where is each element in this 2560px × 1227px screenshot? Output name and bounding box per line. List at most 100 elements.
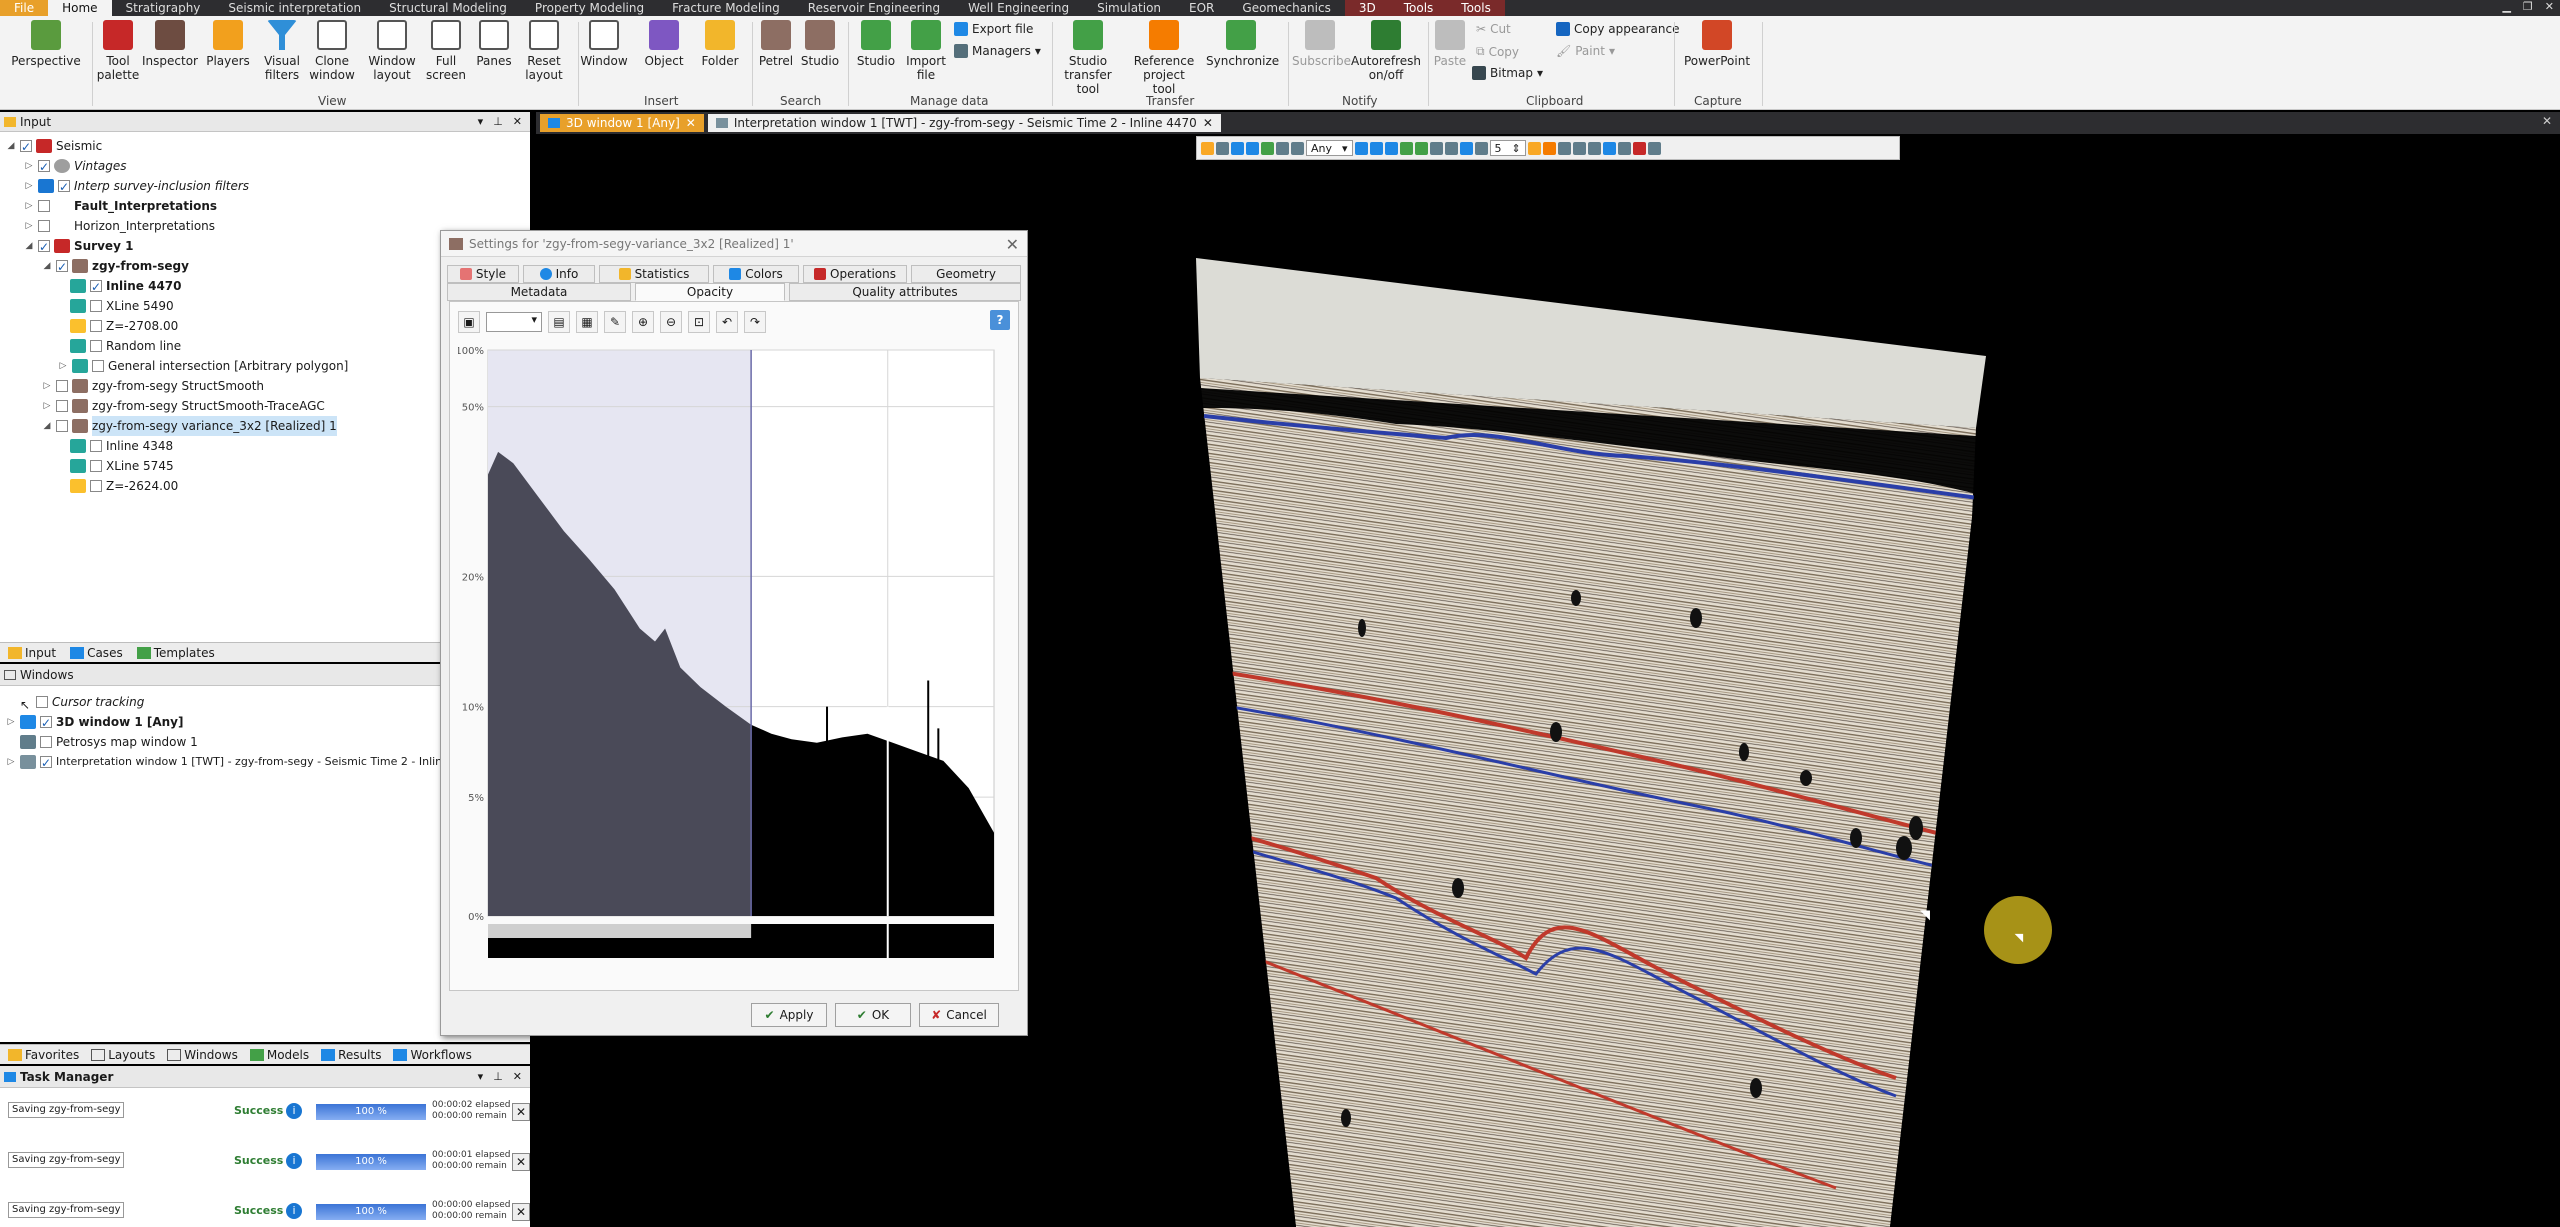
apply-button[interactable]: ✔ Apply (751, 1003, 827, 1027)
tab-operations[interactable]: Operations (803, 265, 907, 283)
close-all-icon[interactable]: ✕ (2542, 114, 2552, 128)
tab-home[interactable]: Home (48, 0, 112, 16)
tree-item-zgy-from-segy[interactable]: ◢ zgy-from-segy (42, 256, 189, 277)
info-icon[interactable]: i (286, 1153, 302, 1169)
checkbox[interactable] (90, 460, 102, 472)
view-top-icon[interactable] (1354, 141, 1368, 155)
expand-icon[interactable]: ▷ (24, 196, 34, 216)
tab-windows[interactable]: Windows (163, 1048, 242, 1062)
visual-filters-button[interactable]: Visual filters (254, 20, 310, 82)
dropdown-icon[interactable]: ▾ (478, 1070, 484, 1083)
tab-simulation[interactable]: Simulation (1083, 0, 1175, 16)
task-cancel-button[interactable]: ✕ (512, 1203, 530, 1221)
compass-icon[interactable] (1617, 141, 1631, 155)
tree-item-structsmooth[interactable]: ▷ zgy-from-segy StructSmooth (42, 376, 264, 396)
expand-icon[interactable]: ◢ (6, 136, 16, 156)
tree-item-variance-3x2[interactable]: ◢ zgy-from-segy variance_3x2 [Realized] 1 (42, 416, 337, 436)
tab-models[interactable]: Models (246, 1048, 313, 1062)
copy-appearance-button[interactable]: Copy appearance (1556, 22, 1679, 36)
expand-icon[interactable]: ▷ (24, 156, 34, 176)
tab-well-engineering[interactable]: Well Engineering (954, 0, 1083, 16)
tab-quality-attributes[interactable]: Quality attributes (789, 283, 1021, 301)
tree-item-inline-4348[interactable]: Inline 4348 (70, 436, 173, 456)
pin-icon[interactable]: ⊥ (493, 115, 503, 128)
window-item-3d-window[interactable]: ▷ 3D window 1 [Any] (6, 712, 184, 733)
domain-select[interactable]: Any ▾ (1306, 140, 1353, 156)
tab-file[interactable]: File (0, 0, 49, 16)
checkbox[interactable] (38, 157, 50, 177)
window-button[interactable]: Window (576, 20, 632, 68)
tab-tools-1[interactable]: Tools (1389, 0, 1448, 16)
ok-button[interactable]: ✔ OK (835, 1003, 911, 1027)
dropdown-icon[interactable]: ▾ (478, 115, 484, 128)
tree-item-interp-filters[interactable]: ▷ Interp survey-inclusion filters (24, 176, 250, 197)
pin-icon[interactable] (1647, 141, 1661, 155)
cancel-button[interactable]: ✘ Cancel (919, 1003, 999, 1027)
tab-info[interactable]: Info (523, 265, 595, 283)
grid-icon[interactable]: ▦ (576, 311, 598, 333)
managers-button[interactable]: Managers ▾ (954, 44, 1041, 58)
expand-icon[interactable]: ▷ (6, 752, 16, 772)
draw-curve-icon[interactable]: ✎ (604, 311, 626, 333)
players-button[interactable]: Players (200, 20, 256, 68)
paste-button[interactable]: Paste (1424, 20, 1476, 68)
checkbox[interactable] (90, 440, 102, 452)
checkbox[interactable] (56, 400, 68, 412)
checkbox[interactable] (90, 300, 102, 312)
cut-button[interactable]: ✂ Cut (1476, 22, 1511, 36)
highlight-icon[interactable] (1542, 141, 1556, 155)
help-button[interactable]: ? (990, 310, 1010, 330)
palette-icon[interactable] (1527, 141, 1541, 155)
synchronize-button[interactable]: Synchronize (1206, 20, 1279, 68)
tab-results[interactable]: Results (317, 1048, 385, 1062)
bitmap-button[interactable]: Bitmap ▾ (1472, 66, 1543, 80)
tree-item-survey-1[interactable]: ◢ Survey 1 (24, 236, 134, 257)
expand-icon[interactable]: ◢ (42, 256, 52, 276)
expand-icon[interactable]: ▷ (58, 356, 68, 376)
orbit-icon[interactable] (1414, 141, 1428, 155)
object-button[interactable]: Object (636, 20, 692, 68)
tab-eor[interactable]: EOR (1175, 0, 1228, 16)
task-cancel-button[interactable]: ✕ (512, 1153, 530, 1171)
legend-icon[interactable] (1602, 141, 1616, 155)
window-item-petrosys-map[interactable]: Petrosys map window 1 (20, 732, 198, 752)
tab-input[interactable]: Input (4, 646, 60, 660)
tree-item-general-intersection[interactable]: ▷ General intersection [Arbitrary polygon… (58, 356, 348, 376)
checkbox[interactable] (38, 237, 50, 257)
snapshot-icon[interactable] (1474, 141, 1488, 155)
expand-icon[interactable]: ▷ (24, 176, 34, 196)
export-file-button[interactable]: Export file (954, 22, 1033, 36)
z-scale-spinner[interactable]: 5 ⇕ (1489, 140, 1526, 156)
fit-icon[interactable]: ⊡ (688, 311, 710, 333)
checkbox[interactable] (92, 360, 104, 372)
perspective-button[interactable]: Perspective (8, 20, 84, 68)
expand-icon[interactable]: ▷ (42, 376, 52, 396)
expand-icon[interactable]: ▷ (42, 396, 52, 416)
inspector-button[interactable]: Inspector (142, 20, 198, 68)
zoom-extent-icon[interactable] (1459, 141, 1473, 155)
checkbox[interactable] (40, 753, 52, 773)
tree-item-horizon-interpretations[interactable]: ▷ Horizon_Interpretations (24, 216, 215, 236)
checkbox[interactable] (90, 480, 102, 492)
pan-icon[interactable] (1216, 141, 1229, 155)
close-icon[interactable]: ✕ (1006, 235, 1019, 254)
grid-icon[interactable] (1444, 141, 1458, 155)
import-file-button[interactable]: Import file (898, 20, 954, 82)
checkbox[interactable] (56, 257, 68, 277)
checkbox[interactable] (90, 320, 102, 332)
tab-property-modeling[interactable]: Property Modeling (521, 0, 658, 16)
tab-3d[interactable]: 3D (1344, 0, 1390, 16)
tab-metadata[interactable]: Metadata (447, 283, 631, 301)
checkbox[interactable] (90, 340, 102, 352)
checkbox[interactable] (90, 277, 102, 297)
tab-templates[interactable]: Templates (133, 646, 219, 660)
tab-geometry[interactable]: Geometry (911, 265, 1021, 283)
angle-icon[interactable] (1572, 141, 1586, 155)
tab-cases[interactable]: Cases (66, 646, 127, 660)
doc-tab-3d-window[interactable]: 3D window 1 [Any] ✕ (540, 114, 704, 132)
tree-item-xline-5490[interactable]: XLine 5490 (70, 296, 174, 316)
light-icon[interactable] (1291, 141, 1304, 155)
3d-seismic-viewport[interactable] (1196, 258, 1986, 1227)
opacity-preset-select[interactable]: ▾ (486, 312, 542, 332)
checkbox[interactable] (40, 713, 52, 733)
